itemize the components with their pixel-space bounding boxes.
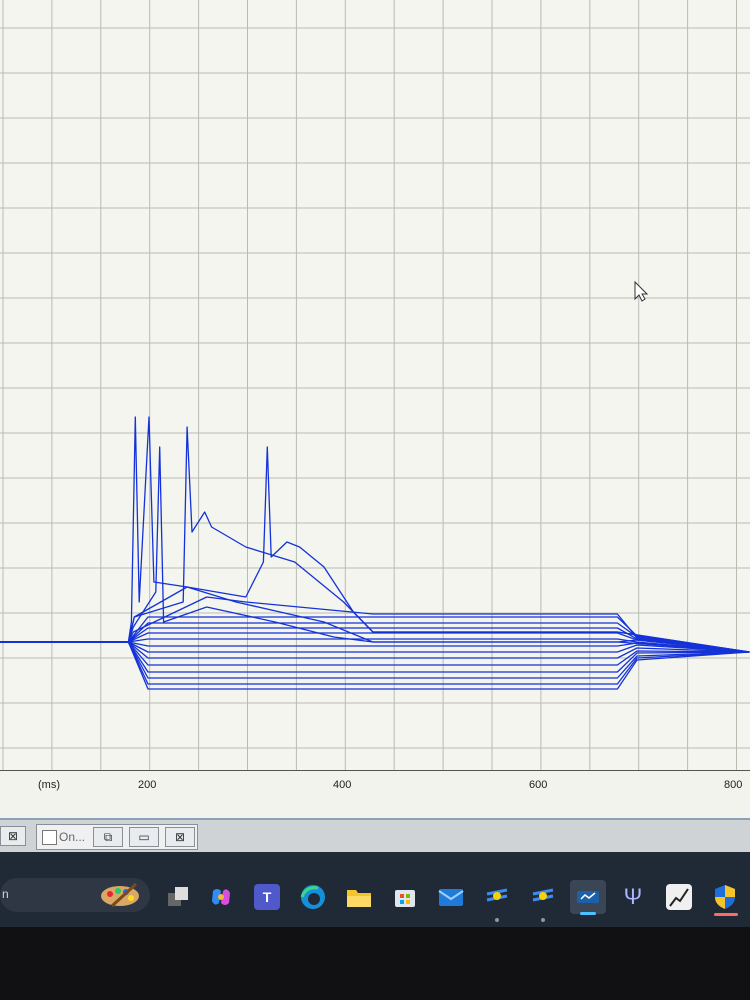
- maximize-icon: ▭: [138, 830, 150, 844]
- taskbar: n T Ψ: [0, 852, 750, 927]
- voltage-trace-17: [0, 426, 750, 653]
- x-tick-label: 600: [529, 779, 548, 791]
- active-app-icon[interactable]: [570, 880, 606, 915]
- psi-app-icon[interactable]: Ψ: [620, 884, 646, 910]
- trace-plot[interactable]: [0, 0, 750, 770]
- maximize-button[interactable]: ▭: [129, 827, 159, 847]
- teams-icon[interactable]: T: [254, 884, 280, 910]
- task-view-icon[interactable]: [165, 884, 191, 910]
- edge-icon[interactable]: [300, 884, 326, 910]
- mdi-window-bar: ⊠ On... ⧉ ▭ ⊠: [0, 818, 750, 854]
- copilot-icon[interactable]: [208, 884, 234, 910]
- x-axis-label: (ms): [38, 779, 60, 791]
- microsoft-store-icon[interactable]: [392, 884, 418, 910]
- search-box[interactable]: n: [0, 878, 150, 912]
- close-icon: ⊠: [7, 829, 19, 843]
- pinned-indicator: [495, 918, 499, 922]
- window-app-icon: [42, 830, 57, 845]
- x-axis: (ms) 200 400 600 800: [0, 770, 750, 819]
- minimized-window-tab[interactable]: On... ⧉ ▭ ⊠: [36, 824, 198, 850]
- x-tick-label: 200: [138, 779, 157, 791]
- chart-app-icon[interactable]: [666, 884, 692, 910]
- close-minimized-window-button[interactable]: ⊠: [0, 826, 26, 846]
- pinned-indicator: [541, 918, 545, 922]
- security-shield-icon[interactable]: [712, 884, 738, 916]
- close-icon: ⊠: [174, 830, 186, 844]
- mail-icon[interactable]: [438, 884, 464, 910]
- x-tick-label: 400: [333, 779, 352, 791]
- monitor-bezel: [0, 927, 750, 1000]
- window-title: On...: [59, 830, 86, 844]
- paint-palette-icon[interactable]: [98, 882, 142, 908]
- search-text: n: [2, 887, 9, 901]
- restore-button[interactable]: ⧉: [93, 827, 123, 847]
- app-fly-icon[interactable]: [530, 884, 556, 910]
- restore-icon: ⧉: [103, 829, 113, 844]
- x-tick-label: 800: [724, 779, 743, 791]
- close-button[interactable]: ⊠: [165, 827, 195, 847]
- file-explorer-icon[interactable]: [346, 884, 372, 910]
- plot-area[interactable]: [0, 0, 750, 770]
- app-fly-icon[interactable]: [484, 884, 510, 910]
